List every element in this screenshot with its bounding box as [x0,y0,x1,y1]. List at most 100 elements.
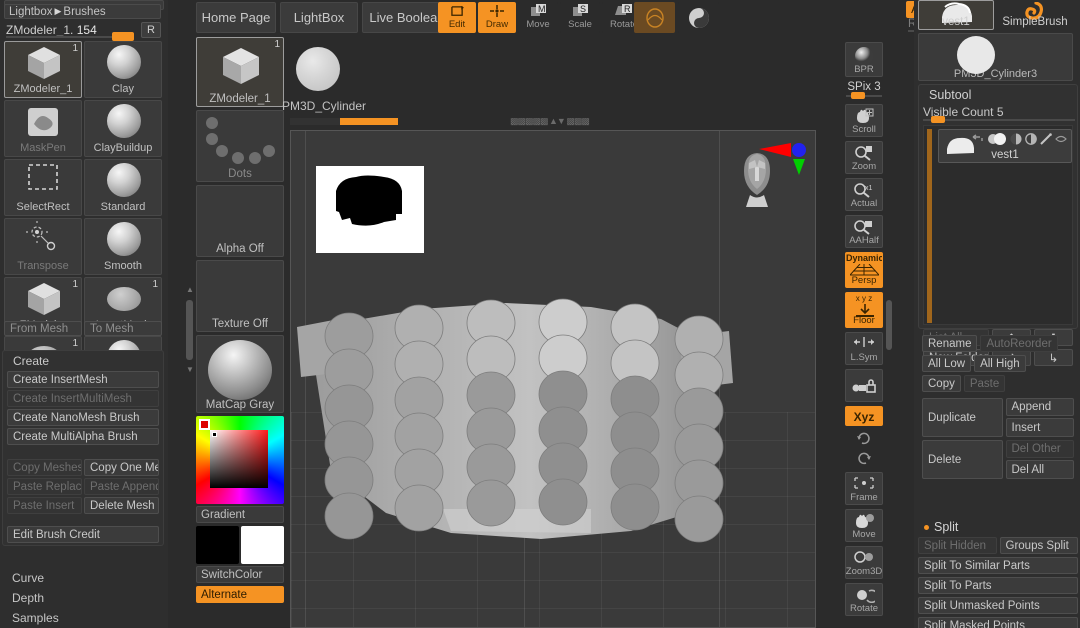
brush-zmodeler_1[interactable]: 1 ZModeler_1 [4,41,82,98]
edit-brush-credit-button[interactable]: Edit Brush Credit [7,526,159,543]
color-marker[interactable] [199,419,210,430]
brush-transpose[interactable]: Transpose [4,218,82,275]
brush-smooth[interactable]: Smooth [84,218,162,275]
section-depth[interactable]: Depth [2,588,164,608]
color-picker[interactable] [196,416,284,504]
gradient-button[interactable]: Gradient [196,506,284,523]
create-button-2[interactable]: Create NanoMesh Brush [7,409,159,426]
alternate-button[interactable]: Alternate [196,586,284,603]
saturation-marker[interactable] [212,432,217,437]
split-split-to-similar-parts[interactable]: Split To Similar Parts [918,557,1078,574]
create-button-1[interactable]: Create InsertMultiMesh [7,390,159,407]
split-split-masked-points[interactable]: Split Masked Points [918,617,1078,628]
strip-handle-icon[interactable]: ▩▩▩▩▩ ▲▼ ▩▩▩ [510,116,590,127]
floor-button[interactable]: x y z Floor [845,292,883,328]
primary-color-swatch[interactable] [196,526,239,564]
section-curve[interactable]: Curve [2,568,164,588]
brush-size-slider[interactable]: ZModeler_1. 154 R [4,22,161,41]
visible-count-slider[interactable]: Visible Count 5 [923,105,1075,123]
create-button-3[interactable]: Create MultiAlpha Brush [7,428,159,445]
lock-button[interactable] [845,369,883,402]
spix-knob[interactable] [851,92,865,99]
current-tool-cell[interactable]: 1 ZModeler_1 [196,37,284,107]
spix-slider[interactable]: SPix 3 [845,81,883,101]
xyz-button[interactable]: Xyz [845,406,883,426]
rotate-cw-button[interactable] [845,430,883,448]
slider-reset-button[interactable]: R [141,22,161,38]
menu-home-page[interactable]: Home Page [196,2,276,33]
texture-cell[interactable]: Texture Off [196,260,284,332]
tool-simplebrush[interactable]: SimpleBrush [997,0,1073,30]
left-scrollbar[interactable] [186,300,193,360]
split-title-row[interactable]: Split [924,520,1074,534]
yin-yang-button[interactable] [678,2,719,33]
scroll-button[interactable]: Scroll [845,104,883,137]
alpha-cell[interactable]: Alpha Off [196,185,284,257]
zoom-button[interactable]: Zoom [845,141,883,174]
viewport-canvas[interactable] [290,130,816,628]
subtool-visibility-icons[interactable] [972,133,1068,145]
brush-maskpen[interactable]: MaskPen [4,100,82,157]
actual-button[interactable]: x1 Actual [845,178,883,211]
split-split-hidden[interactable]: Split Hidden [918,537,997,554]
subtool-action-copy[interactable]: Copy [922,375,961,392]
paste-button-1-0[interactable]: Paste Replace [7,478,82,495]
delete-button[interactable]: Delete [922,440,1003,479]
split-split-unmasked-points[interactable]: Split Unmasked Points [918,597,1078,614]
persp-button[interactable]: Dynamic Persp [845,252,883,288]
slider-knob[interactable] [112,32,134,41]
paste-button-1-1[interactable]: Paste Append [84,478,159,495]
zoom3d-button[interactable]: Zoom3D [845,546,883,579]
split-split-to-parts[interactable]: Split To Parts [918,577,1078,594]
section-samples[interactable]: Samples [2,608,164,628]
rotate-ccw-button[interactable] [845,450,883,468]
material-preview-button[interactable] [634,2,675,33]
subtool-action-autoreorder[interactable]: AutoReorder [980,335,1058,352]
create-button-0[interactable]: Create InsertMesh [7,371,159,388]
button-edit[interactable]: Edit [438,2,476,33]
subtool-action-paste[interactable]: Paste [963,375,1006,392]
paste-button-2-0[interactable]: Paste Insert [7,497,82,514]
brush-standard[interactable]: Standard [84,159,162,216]
navigation-head-thumbnail[interactable] [735,149,775,207]
lsym-button[interactable]: L.Sym [845,332,883,365]
lightbox-breadcrumb[interactable]: Lightbox ▶ Brushes [4,4,161,19]
secondary-color-swatch[interactable] [241,526,284,564]
scroll-down-icon[interactable]: ▼ [185,365,195,375]
del-other-button[interactable]: Del Other [1005,440,1074,458]
right-toolbar-scrollbar[interactable] [886,300,892,350]
menu-lightbox[interactable]: LightBox [280,2,358,33]
subtool-action-all-low[interactable]: All Low [922,355,972,372]
aahalf-button[interactable]: AAHalf [845,215,883,248]
saturation-square[interactable] [210,430,268,488]
move3d-button[interactable]: Move [845,509,883,542]
material-cell[interactable]: MatCap Gray [196,335,284,413]
brush-clay[interactable]: Clay [84,41,162,98]
subtool-list[interactable]: vest1 [923,125,1073,325]
tool-pm3d-cylinder3[interactable]: PM3D_Cylinder3 [918,33,1073,81]
visible-count-knob[interactable] [931,116,945,123]
rotate3d-button[interactable]: Rotate [845,583,883,616]
paste-button-0-0[interactable]: Copy Meshes [7,459,82,476]
del-all-button[interactable]: Del All [1005,460,1074,479]
switch-color-button[interactable]: SwitchColor [196,566,284,583]
brush-claybuildup[interactable]: ClayBuildup [84,100,162,157]
insert-button[interactable]: Insert [1005,418,1074,437]
button-scale[interactable]: S Scale [560,2,600,33]
subtool-action-rename[interactable]: Rename [922,335,978,352]
duplicate-button[interactable]: Duplicate [922,398,1003,437]
button-move[interactable]: M Move [518,2,558,33]
paste-button-0-1[interactable]: Copy One Mesh [84,459,159,476]
split-groups-split[interactable]: Groups Split [999,537,1078,554]
from-mesh-button[interactable]: From Mesh [4,321,82,336]
append-button[interactable]: Append [1005,398,1074,416]
cylinder-thumbnail[interactable] [296,47,340,91]
stroke-cell[interactable]: Dots [196,110,284,182]
bpr-button[interactable]: BPR [845,42,883,77]
frame-button[interactable]: Frame [845,472,883,505]
subtool-action-all-high[interactable]: All High [974,355,1026,372]
button-draw[interactable]: Draw [478,2,516,33]
tool-vest1[interactable]: vest1 [918,0,994,30]
subtool-item-vest1[interactable]: vest1 [938,129,1072,163]
paste-button-2-1[interactable]: Delete Mesh [84,497,159,514]
